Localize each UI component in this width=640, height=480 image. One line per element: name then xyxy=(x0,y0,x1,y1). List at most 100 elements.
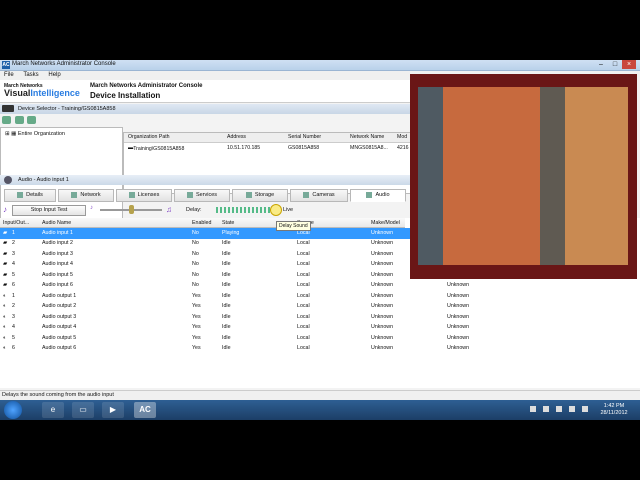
taskbar-folder-icon[interactable]: ▭ xyxy=(72,402,94,418)
grid-cell: No xyxy=(192,271,199,278)
col-serial-number[interactable]: Serial Number xyxy=(288,134,321,140)
device-table-header: Organization Path Address Serial Number … xyxy=(124,133,411,143)
grid-cell: Idle xyxy=(222,345,231,351)
app-icon: AC xyxy=(2,61,10,69)
window-titlebar[interactable]: AC March Networks Administrator Console … xyxy=(0,60,640,71)
grid-cell: No xyxy=(192,250,199,257)
grid-cell: Audio input 1 xyxy=(42,229,73,236)
grid-cell: No xyxy=(192,229,199,236)
speaker-icon: ◐ xyxy=(3,334,7,341)
stop-input-test-button[interactable]: Stop Input Test xyxy=(12,205,86,216)
grid-cell: Audio input 4 xyxy=(42,261,73,267)
edit-device-icon[interactable] xyxy=(14,116,24,124)
tray-network-icon[interactable] xyxy=(543,406,549,412)
col-organization-path[interactable]: Organization Path xyxy=(128,134,170,140)
table-row[interactable]: ▬ Training\GS0815A858 10.51.170.185 GS08… xyxy=(124,144,411,153)
grid-cell: 2 xyxy=(12,303,15,309)
grid-cell: Audio input 2 xyxy=(42,240,73,246)
col-audio-name[interactable]: Audio Name xyxy=(42,220,71,226)
col-state[interactable]: State xyxy=(222,220,234,226)
grid-cell: Yes xyxy=(192,345,201,351)
grid-cell: Idle xyxy=(222,282,231,288)
col-model[interactable]: Mod xyxy=(397,134,407,140)
col-address[interactable]: Address xyxy=(227,134,246,140)
tray-flag-icon[interactable] xyxy=(556,406,562,412)
refresh-icon[interactable] xyxy=(27,116,37,124)
monitor-icon xyxy=(2,105,14,112)
delay-sound-tooltip: Delay Sound xyxy=(276,221,311,231)
mouse-cursor-highlight xyxy=(270,204,282,216)
taskbar-ie-icon[interactable]: e xyxy=(42,402,64,418)
grid-cell: Unknown xyxy=(371,271,394,278)
taskbar-admin-console[interactable]: AC xyxy=(134,402,156,418)
table-row[interactable]: 2 Audio output 2 Yes Idle Local Unknown Unknow… xyxy=(0,302,640,313)
app-header: March Networks VisualIntelligence March … xyxy=(0,80,410,103)
table-row[interactable]: 1 Audio output 1 Yes Idle Local Unknown Unknow… xyxy=(0,291,640,302)
tab-licenses[interactable]: Licenses xyxy=(116,189,172,202)
table-row[interactable]: 6 Audio output 6 Yes Idle Local Unknown Unknow… xyxy=(0,344,640,355)
col-make-model[interactable]: Make/Model xyxy=(371,220,400,226)
tab-audio[interactable]: Audio xyxy=(350,189,406,202)
grid-cell: Audio output 5 xyxy=(42,334,77,341)
minimize-icon[interactable]: – xyxy=(594,60,608,69)
tray-up-icon[interactable] xyxy=(530,406,536,412)
grid-cell: Audio output 2 xyxy=(42,303,77,309)
audio-input-icon: ▰ xyxy=(3,271,8,278)
grid-cell: Audio output 1 xyxy=(42,292,77,299)
grid-cell: Audio input 5 xyxy=(42,271,73,278)
speaker-icon: ◐ xyxy=(3,324,7,330)
grid-cell: Playing xyxy=(222,229,240,236)
start-button[interactable] xyxy=(4,401,22,419)
grid-cell: 6 xyxy=(12,282,15,288)
grid-cell: 3 xyxy=(12,250,15,257)
col-network-name[interactable]: Network Name xyxy=(350,134,384,140)
grid-cell: Yes xyxy=(192,324,201,330)
maximize-icon[interactable]: □ xyxy=(608,60,622,69)
table-row[interactable]: 3 Audio output 3 Yes Idle Local Unknown Unknow… xyxy=(0,312,640,323)
device-address: 10.51.170.185 xyxy=(227,145,261,151)
menu-help[interactable]: Help xyxy=(48,72,60,78)
grid-cell: Idle xyxy=(222,324,231,330)
col-enabled[interactable]: Enabled xyxy=(192,220,211,226)
music-note-icon: ♪ xyxy=(3,205,7,214)
device-selector-label: Device Selector - Training/GS0815A858 xyxy=(18,106,116,112)
grid-cell: Unknown xyxy=(447,345,470,351)
taskbar-media-icon[interactable]: ▶ xyxy=(102,402,124,418)
grid-cell: 5 xyxy=(12,271,15,278)
tab-cameras[interactable]: Cameras xyxy=(290,189,348,202)
close-icon[interactable]: × xyxy=(622,60,636,69)
grid-cell: Yes xyxy=(192,313,201,320)
taskbar-clock[interactable]: 1:42 PM 28/11/2012 xyxy=(596,403,632,417)
tray-volume-icon[interactable] xyxy=(582,406,588,412)
col-input-output[interactable]: Input/Out... xyxy=(3,220,29,226)
add-device-icon[interactable] xyxy=(2,116,11,124)
menu-file[interactable]: File xyxy=(4,72,14,78)
table-row[interactable]: 5 Audio output 5 Yes Idle Local Unknown Unknow… xyxy=(0,333,640,344)
grid-cell: Unknown xyxy=(447,334,470,341)
grid-cell: Local xyxy=(297,292,310,299)
tab-storage[interactable]: Storage xyxy=(232,189,288,202)
grid-cell: Unknown xyxy=(447,313,470,320)
grid-cell: Audio input 3 xyxy=(42,250,73,257)
menu-tasks[interactable]: Tasks xyxy=(23,72,38,78)
delay-slider[interactable] xyxy=(216,207,272,213)
tree-item-entire-organization[interactable]: ⊞ ▦ Entire Organization xyxy=(5,131,65,137)
grid-cell: 6 xyxy=(12,345,15,351)
tray-display-icon[interactable] xyxy=(569,406,575,412)
grid-cell: 1 xyxy=(12,292,15,299)
grid-cell: Unknown xyxy=(371,261,394,267)
grid-cell: Idle xyxy=(222,334,231,341)
table-row[interactable]: 1 Audio input 1 No Playing Local Unknown ▰ xyxy=(0,228,410,239)
volume-slider-thumb[interactable] xyxy=(129,205,134,214)
tab-network[interactable]: Network xyxy=(58,189,114,202)
header-title: March Networks Administrator Console xyxy=(90,83,203,89)
table-row[interactable]: 6 Audio input 6 No Idle Local Unknown Unknown ▰ xyxy=(0,281,640,292)
tab-services[interactable]: Services xyxy=(174,189,230,202)
grid-cell: No xyxy=(192,282,199,288)
tab-details[interactable]: Details xyxy=(4,189,56,202)
grid-cell: Unknown xyxy=(371,334,394,341)
grid-cell: Unknown xyxy=(447,282,470,288)
table-row[interactable]: 4 Audio output 4 Yes Idle Local Unknown Unknow… xyxy=(0,323,640,334)
grid-cell: Idle xyxy=(222,250,231,257)
page-title: Device Installation xyxy=(90,91,161,100)
